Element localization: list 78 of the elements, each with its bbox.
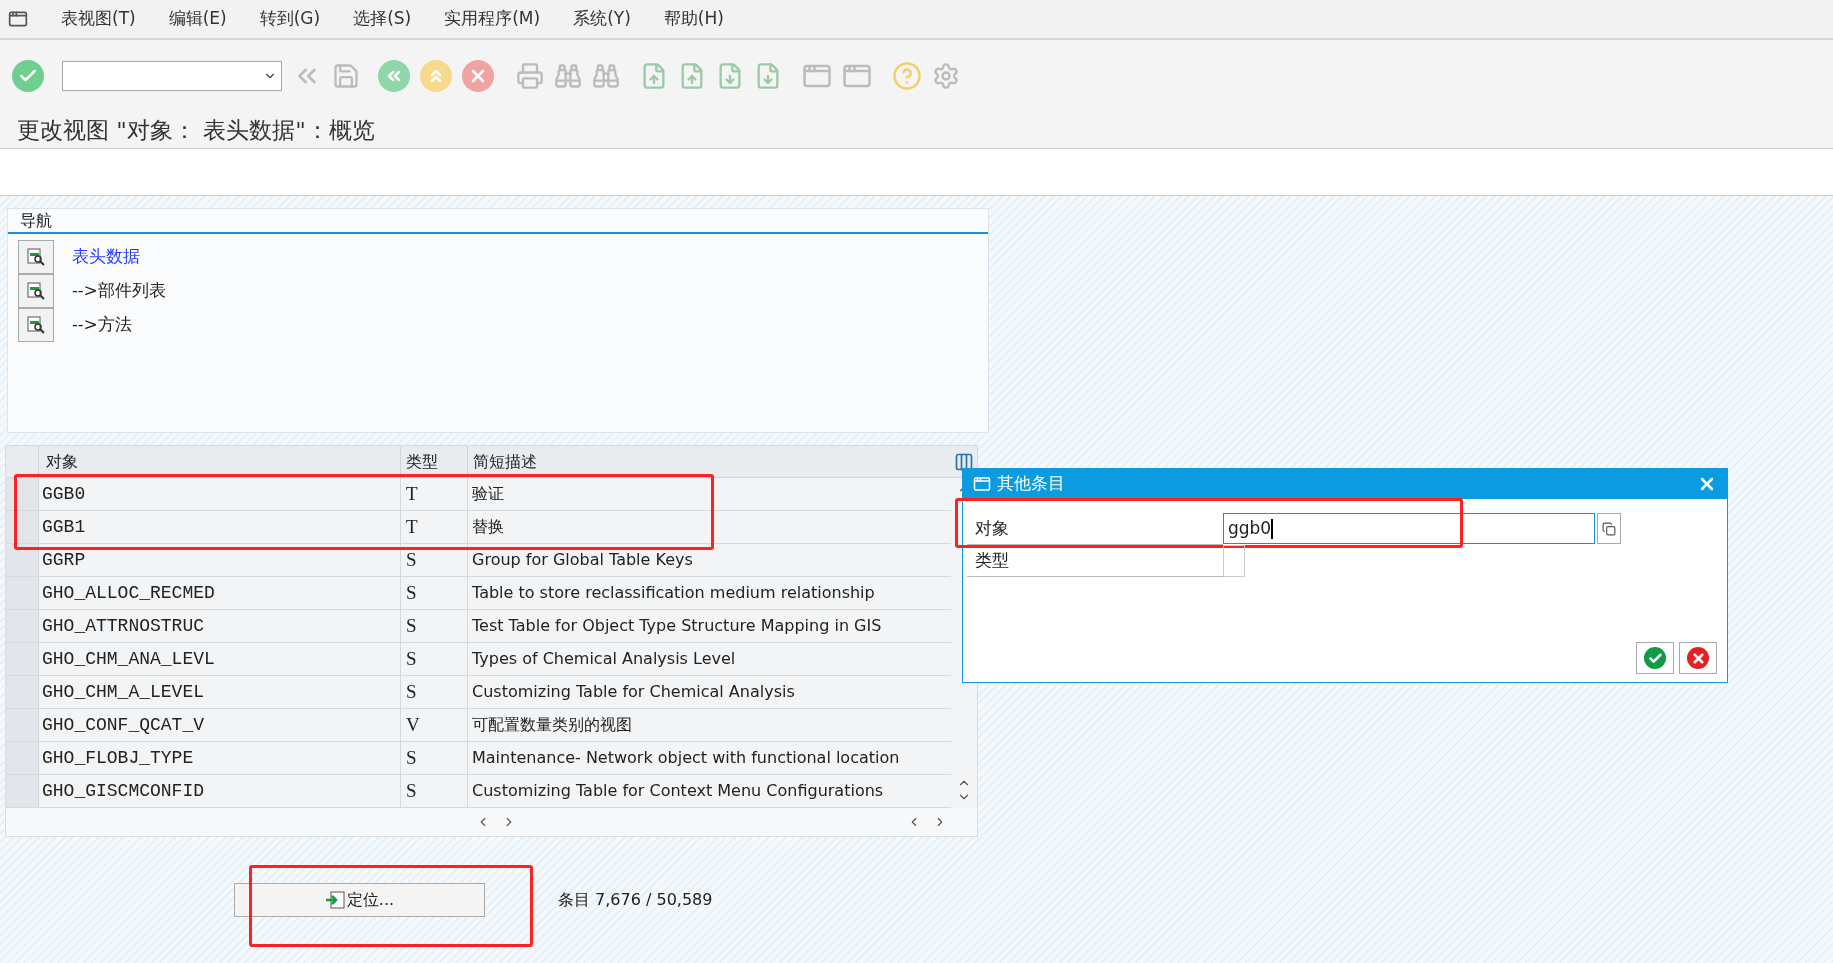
- table-cell-text: 验证: [472, 483, 504, 505]
- menu-item[interactable]: 实用程序(M): [444, 6, 541, 32]
- table-cell-text: Group for Global Table Keys: [472, 549, 693, 571]
- navigation-button[interactable]: [18, 274, 54, 308]
- position-icon: [324, 891, 345, 909]
- table-cell-text: S: [406, 646, 417, 671]
- menu-item[interactable]: 帮助(H): [663, 6, 724, 32]
- dialog-icon: [973, 475, 991, 493]
- entry-count: 条目 7,676 / 50,589: [558, 889, 713, 911]
- table-cell-text: Types of Chemical Analysis Level: [472, 648, 736, 670]
- table-cell-text: GHO_FLOBJ_TYPE: [42, 746, 194, 770]
- dialog-title: 其他条目: [997, 472, 1065, 496]
- navigation-item[interactable]: -->部件列表: [72, 278, 166, 304]
- navigation-item[interactable]: 表头数据: [72, 244, 140, 270]
- panel-heading: 导航: [20, 209, 52, 232]
- screen-title: 更改视图 "对象： 表头数据"：概览: [17, 115, 375, 145]
- field-label: 类型: [975, 548, 1009, 572]
- table-cell-text: GHO_CONF_QCAT_V: [42, 713, 205, 737]
- table-cell-text: GHO_GISCMCONFID: [42, 779, 205, 803]
- column-header[interactable]: 对象: [46, 449, 78, 474]
- table-cell-text: Table to store reclassification medium relationship: [472, 582, 875, 604]
- table-cell-text: Test Table for Object Type Structure Mapping in GIS: [472, 615, 882, 637]
- copy-icon: [1602, 521, 1616, 536]
- confirm-button[interactable]: [1636, 642, 1674, 674]
- value-help-button[interactable]: [1597, 513, 1621, 544]
- confirm-button[interactable]: [12, 60, 44, 92]
- settings-icon[interactable]: [932, 62, 960, 90]
- cancel-button[interactable]: [1679, 642, 1717, 674]
- table-cell-text: 替换: [472, 516, 504, 538]
- view-icon: [26, 247, 46, 267]
- table-cell-text: S: [406, 679, 417, 704]
- menu-item[interactable]: 表视图(T): [61, 6, 136, 32]
- find-icon[interactable]: [554, 62, 582, 90]
- navigation-item[interactable]: -->方法: [72, 312, 132, 338]
- column-header[interactable]: 类型: [406, 449, 438, 474]
- back-button[interactable]: [378, 60, 410, 92]
- view-icon: [26, 315, 46, 335]
- input-field[interactable]: ggb0: [1223, 513, 1595, 544]
- row-selector[interactable]: [6, 544, 39, 576]
- table-cell-text: S: [406, 547, 417, 572]
- table-cell-text: T: [406, 514, 418, 539]
- table-cell-text: GGB0: [42, 482, 86, 506]
- table-cell-text: Maintenance- Network object with functional location: [472, 747, 900, 769]
- table-cell-text: GGRP: [42, 548, 86, 572]
- table-cell-text: Customizing Table for Context Menu Configurations: [472, 780, 884, 802]
- column-header[interactable]: 简短描述: [473, 449, 537, 474]
- table-cell-text: GGB1: [42, 515, 86, 539]
- locate-button[interactable]: 定位...: [234, 883, 485, 917]
- view-icon: [26, 281, 46, 301]
- help-icon[interactable]: [892, 61, 922, 91]
- navigation-button[interactable]: [18, 308, 54, 342]
- table-cell-text: GHO_CHM_A_LEVEL: [42, 680, 205, 704]
- table-cell-text: S: [406, 580, 417, 605]
- navigation-button[interactable]: [18, 240, 54, 274]
- cancel-button[interactable]: [462, 60, 494, 92]
- menu-item[interactable]: 系统(Y): [573, 6, 631, 32]
- table-cell-text: GHO_CHM_ANA_LEVL: [42, 647, 215, 671]
- menu-item[interactable]: 转到(G): [259, 6, 321, 32]
- save-icon[interactable]: [332, 62, 360, 90]
- table-cell-text: V: [406, 712, 420, 737]
- table-cell-text: GHO_ALLOC_RECMED: [42, 581, 215, 605]
- command-field[interactable]: [62, 61, 282, 91]
- find-next-icon[interactable]: [592, 62, 620, 90]
- cross-icon: [1687, 647, 1709, 669]
- exit-button[interactable]: [420, 60, 452, 92]
- field-label: 对象: [975, 516, 1009, 540]
- table-cell-text: S: [406, 613, 417, 638]
- print-icon[interactable]: [516, 62, 544, 90]
- menu-item[interactable]: 编辑(E): [168, 6, 227, 32]
- table-cell-text: S: [406, 745, 417, 770]
- table-cell-text: S: [406, 778, 417, 803]
- menu-item[interactable]: 选择(S): [353, 6, 412, 32]
- table-cell-text: 可配置数量类别的视图: [472, 714, 632, 736]
- input-field[interactable]: [1223, 545, 1245, 577]
- check-icon: [1644, 647, 1666, 669]
- table-cell-text: T: [406, 481, 418, 506]
- table-cell-text: Customizing Table for Chemical Analysis: [472, 681, 795, 703]
- table-cell-text: GHO_ATTRNOSTRUC: [42, 614, 205, 638]
